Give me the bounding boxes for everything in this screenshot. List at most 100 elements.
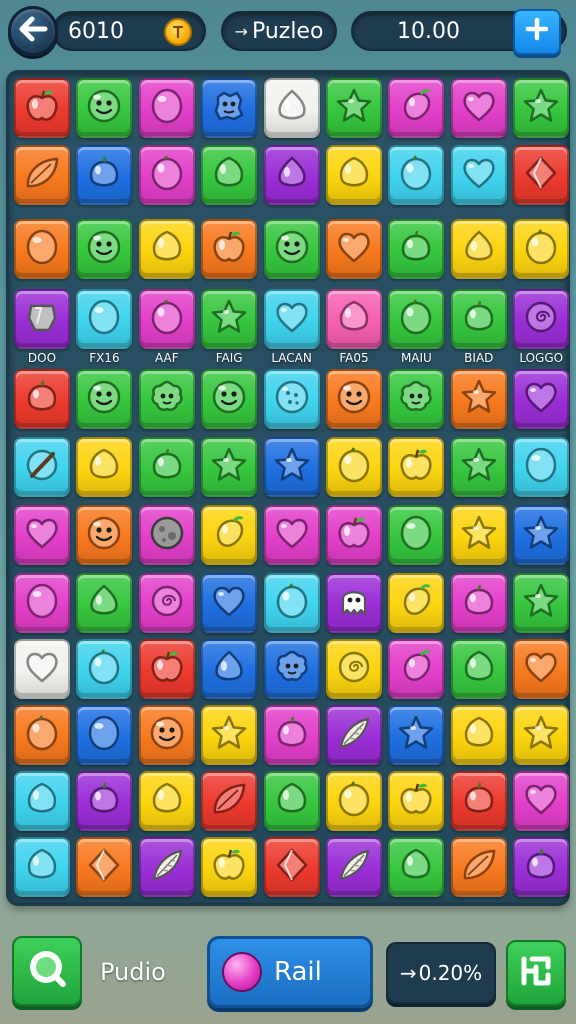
tile-heart[interactable]: [513, 369, 570, 429]
tile-stick[interactable]: [14, 437, 70, 497]
tile-lime[interactable]: [76, 437, 133, 497]
tile-plum[interactable]: [138, 437, 195, 497]
tile-moon[interactable]: [138, 505, 195, 565]
tile-plum[interactable]: [513, 837, 570, 897]
tile-drop[interactable]: [201, 639, 258, 699]
tile-lime[interactable]: [326, 145, 382, 205]
tile-lime[interactable]: [14, 837, 70, 897]
tile-diamond[interactable]: [263, 837, 320, 897]
tile-gem[interactable]: [513, 437, 570, 497]
tile-star[interactable]: [513, 505, 570, 565]
tile-heart[interactable]: [14, 639, 70, 699]
tile-plum[interactable]: [14, 369, 70, 429]
tile-star[interactable]: [201, 705, 258, 765]
tile-heart[interactable]: [201, 573, 258, 633]
tile-star[interactable]: [263, 437, 320, 497]
tile-swirl[interactable]: [138, 573, 195, 633]
tile-drop[interactable]: [450, 219, 507, 279]
menu-button[interactable]: [506, 940, 566, 1006]
tile-mango[interactable]: [201, 505, 258, 565]
tile-ghost[interactable]: [326, 573, 382, 633]
tile-flower[interactable]: [388, 369, 445, 429]
tile-lemon[interactable]: [388, 289, 445, 349]
tile-star[interactable]: [326, 78, 382, 138]
tile-face[interactable]: [201, 369, 258, 429]
tile-face[interactable]: [76, 78, 133, 138]
back-button[interactable]: [8, 6, 58, 56]
tile-swirl[interactable]: [326, 639, 382, 699]
tile-apple[interactable]: [388, 437, 445, 497]
tile-heart[interactable]: [263, 505, 320, 565]
tile-heart[interactable]: [263, 289, 320, 349]
tile-plum[interactable]: [450, 289, 507, 349]
tile-plum[interactable]: [76, 771, 133, 831]
tile-mango[interactable]: [388, 639, 445, 699]
tile-diamond[interactable]: [513, 145, 570, 205]
profile-label[interactable]: Pudio: [100, 958, 166, 986]
tile-star[interactable]: [201, 437, 258, 497]
tile-gem[interactable]: [14, 219, 70, 279]
tile-star[interactable]: [201, 289, 258, 349]
tile-gem[interactable]: [76, 705, 133, 765]
tile-leaf[interactable]: [201, 771, 258, 831]
tile-drop[interactable]: [263, 78, 320, 138]
tile-lime[interactable]: [388, 837, 445, 897]
tile-gem[interactable]: [14, 573, 70, 633]
tile-flower[interactable]: [138, 369, 195, 429]
tile-heart[interactable]: [513, 771, 570, 831]
tile-heart[interactable]: [14, 505, 70, 565]
tile-lemon[interactable]: [388, 145, 445, 205]
tile-gem[interactable]: [138, 78, 195, 138]
tile-star[interactable]: [513, 705, 570, 765]
tile-face[interactable]: [76, 219, 133, 279]
tile-lime[interactable]: [138, 771, 195, 831]
tile-lime[interactable]: [450, 705, 507, 765]
tile-heart[interactable]: [450, 78, 507, 138]
tile-apple[interactable]: [201, 837, 258, 897]
tile-gem[interactable]: [388, 505, 445, 565]
tile-lemon[interactable]: [263, 573, 320, 633]
add-coins-button[interactable]: [513, 9, 561, 55]
tile-star[interactable]: [513, 573, 570, 633]
tile-lime[interactable]: [263, 771, 320, 831]
tile-face[interactable]: [138, 705, 195, 765]
tile-heart[interactable]: [326, 219, 382, 279]
tile-lime[interactable]: [326, 289, 382, 349]
tile-mango[interactable]: [388, 573, 445, 633]
tile-apple[interactable]: [326, 505, 382, 565]
tile-feather[interactable]: [326, 705, 382, 765]
tile-feather[interactable]: [138, 837, 195, 897]
tile-face[interactable]: [76, 369, 133, 429]
tile-star[interactable]: [450, 437, 507, 497]
tile-face[interactable]: [263, 219, 320, 279]
tile-cookie[interactable]: [201, 78, 258, 138]
tile-star[interactable]: [513, 78, 570, 138]
tile-apple[interactable]: [138, 639, 195, 699]
tile-heart[interactable]: [513, 639, 570, 699]
booster-button[interactable]: Rail: [207, 936, 373, 1008]
tile-face[interactable]: [76, 505, 133, 565]
tile-face[interactable]: [326, 369, 382, 429]
tile-gem[interactable]: [76, 289, 133, 349]
tile-flower[interactable]: [263, 639, 320, 699]
tile-heart[interactable]: [450, 145, 507, 205]
tile-leaf[interactable]: [450, 837, 507, 897]
tile-plum[interactable]: [450, 573, 507, 633]
tile-lime[interactable]: [138, 219, 195, 279]
tile-star[interactable]: [450, 369, 507, 429]
timer-display[interactable]: → 0.20%: [386, 942, 496, 1004]
tile-lemon[interactable]: [326, 771, 382, 831]
tile-star[interactable]: [450, 505, 507, 565]
tile-lime[interactable]: [201, 145, 258, 205]
tile-swirl[interactable]: [513, 289, 570, 349]
tile-apple[interactable]: [14, 78, 70, 138]
tile-mango[interactable]: [388, 78, 445, 138]
tile-lemon[interactable]: [76, 639, 133, 699]
tile-lime[interactable]: [14, 771, 70, 831]
tile-plum[interactable]: [450, 771, 507, 831]
search-button[interactable]: [12, 936, 82, 1006]
tile-star[interactable]: [388, 705, 445, 765]
tile-leaf[interactable]: [14, 145, 70, 205]
tile-drop[interactable]: [263, 145, 320, 205]
tile-lime[interactable]: [450, 639, 507, 699]
